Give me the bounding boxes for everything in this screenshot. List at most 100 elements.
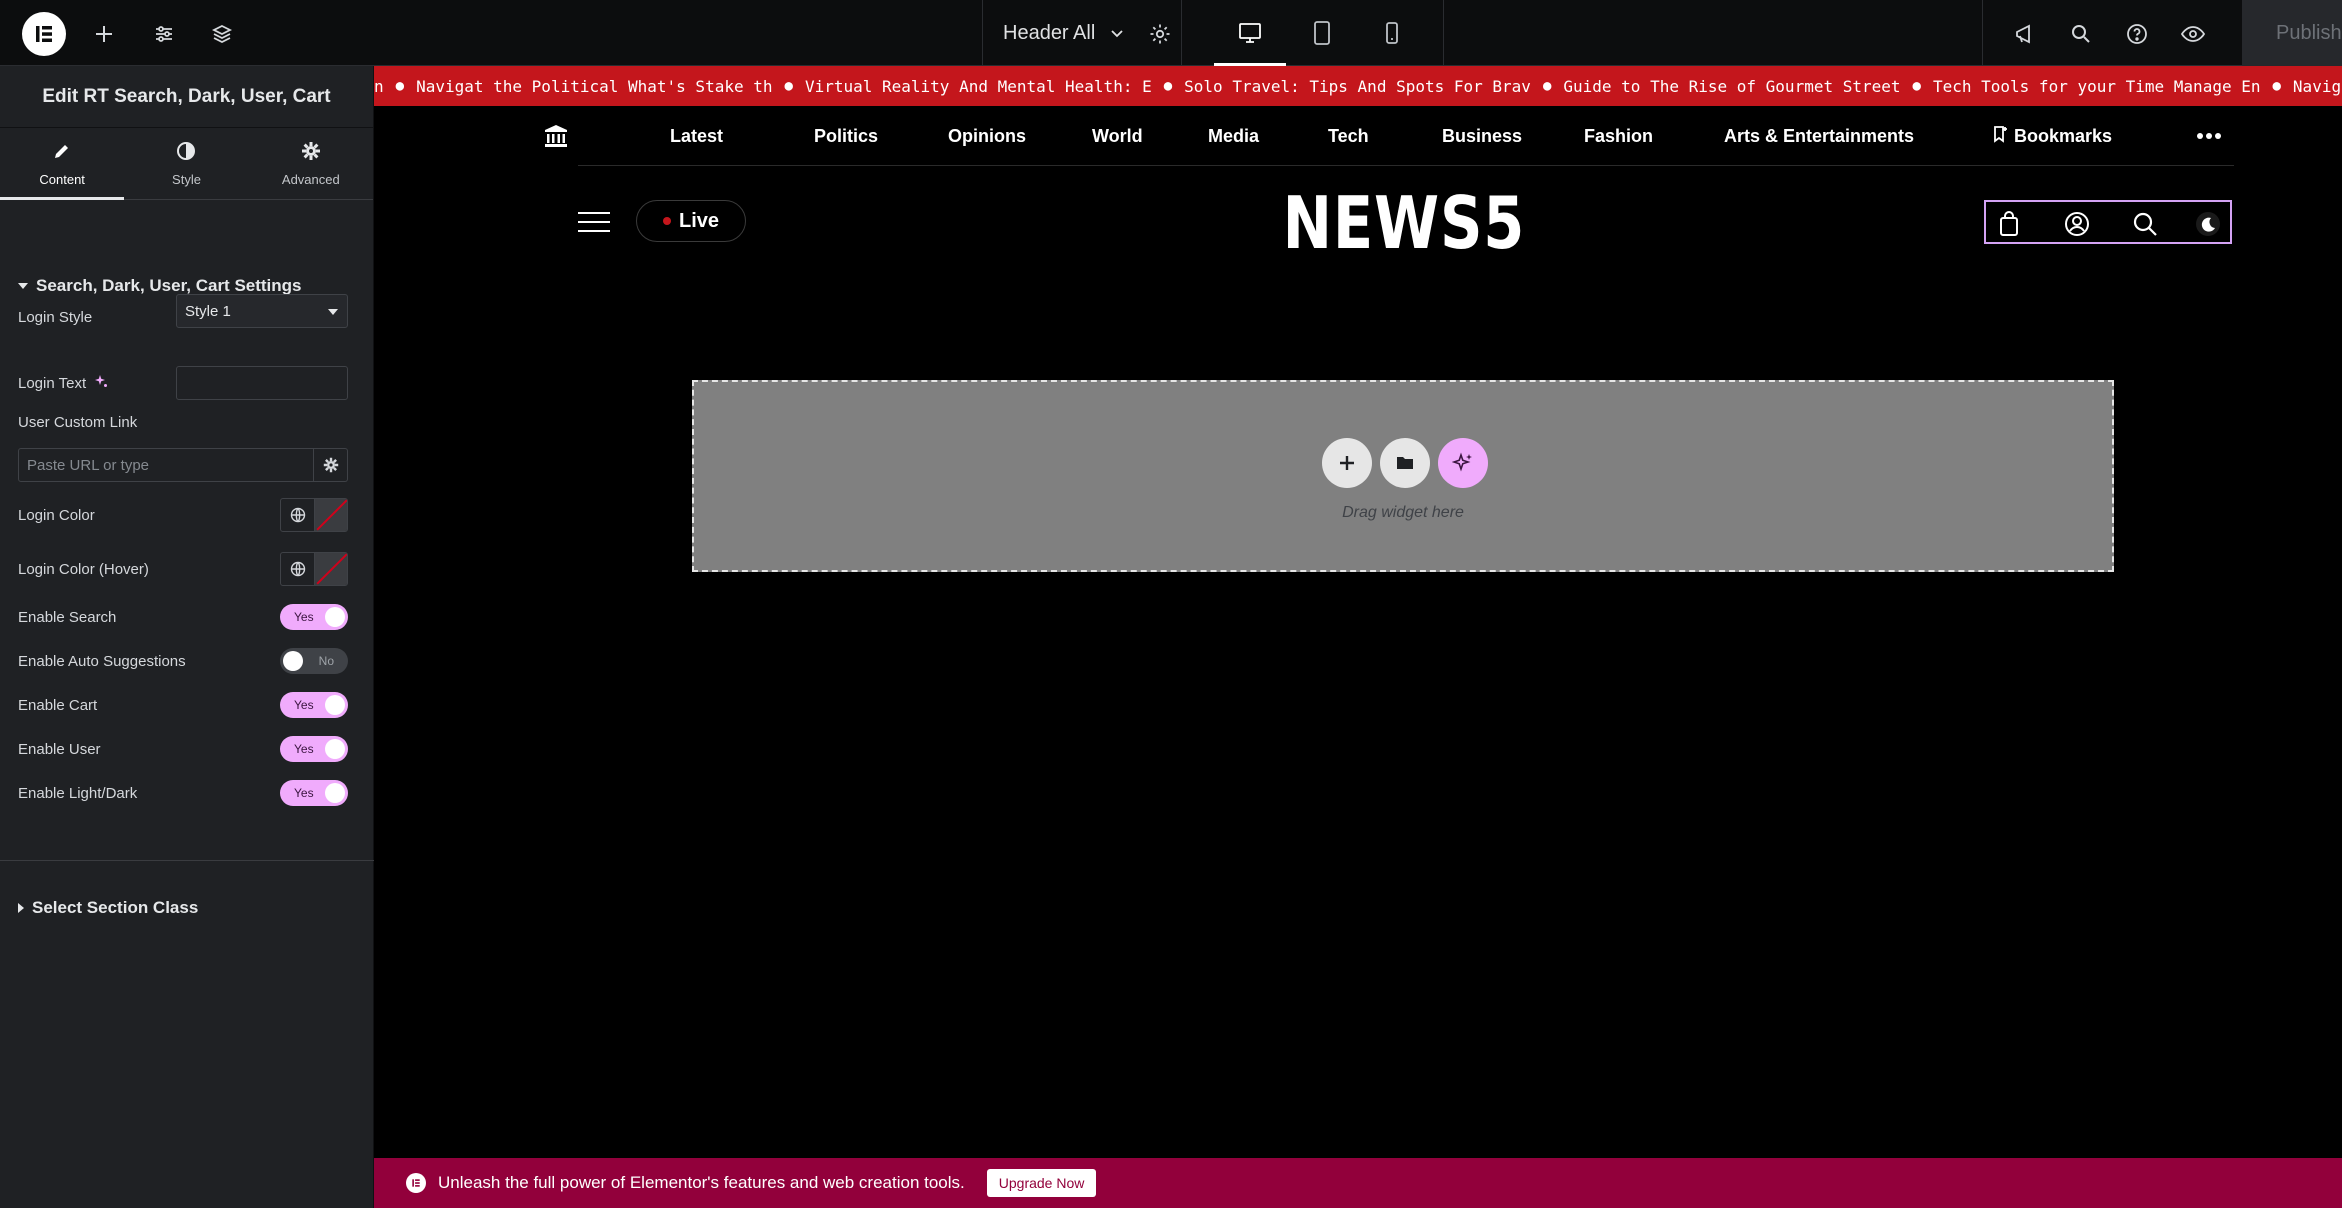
globe-icon[interactable] [281, 553, 315, 585]
page-settings-gear-icon[interactable] [1140, 14, 1180, 54]
upgrade-promo-bar: Unleash the full power of Elementor's fe… [374, 1158, 2342, 1208]
template-library-folder-icon[interactable] [1380, 438, 1430, 488]
user-custom-link-label: User Custom Link [18, 413, 138, 431]
enable-user-label: Enable User [18, 740, 101, 758]
dark-mode-toggle-icon[interactable] [2192, 211, 2224, 237]
nav-fashion[interactable]: Fashion [1584, 106, 1653, 166]
elementor-logo-icon[interactable] [22, 12, 66, 56]
ticker-item[interactable]: Navigat the Political What's Stake th [416, 77, 772, 96]
enable-search-label: Enable Search [18, 608, 117, 626]
site-logo[interactable]: NEWS5 [1283, 178, 1525, 268]
bullet-icon: ● [395, 78, 405, 94]
desktop-icon[interactable] [1214, 0, 1286, 66]
tablet-icon[interactable] [1286, 0, 1358, 66]
publish-button[interactable]: Publish [2242, 0, 2342, 66]
bullet-icon: ● [1912, 78, 1921, 94]
nav-world[interactable]: World [1092, 106, 1143, 166]
tab-advanced[interactable]: Advanced [249, 128, 373, 199]
chevron-down-icon [1109, 25, 1125, 41]
login-text-input[interactable] [176, 366, 348, 400]
ticker-item[interactable]: n [374, 77, 384, 96]
tab-style[interactable]: Style [124, 128, 248, 199]
notifications-megaphone-icon[interactable] [2005, 14, 2045, 54]
login-style-select[interactable]: Style 1 [176, 294, 348, 328]
user-account-icon[interactable] [2064, 211, 2090, 237]
login-style-label: Login Style [18, 308, 93, 326]
bullet-icon: ● [1542, 78, 1552, 94]
enable-cart-toggle[interactable]: Yes [280, 692, 348, 718]
search-icon[interactable] [2132, 211, 2158, 237]
document-title: Header All [1003, 21, 1096, 44]
elementor-logo-icon [406, 1173, 426, 1193]
login-color-hover-picker[interactable] [280, 552, 348, 586]
bullet-icon: ● [1163, 78, 1173, 94]
ai-sparkle-icon[interactable] [94, 374, 108, 392]
mobile-icon[interactable] [1356, 0, 1428, 66]
color-swatch[interactable] [315, 499, 347, 531]
tab-label: Content [39, 171, 85, 187]
logo-text: NEWS5 [1282, 181, 1526, 265]
bookmark-icon [1992, 125, 2008, 148]
ticker-item[interactable]: Guide to The Rise of Gourmet Street [1563, 77, 1900, 96]
live-button[interactable]: Live [636, 200, 746, 242]
nav-tech[interactable]: Tech [1328, 106, 1369, 166]
login-color-picker[interactable] [280, 498, 348, 532]
preview-canvas: n ● Navigat the Political What's Stake th… [374, 66, 2342, 1208]
section-header-select-class[interactable]: Select Section Class [0, 888, 216, 928]
ticker-item[interactable]: Tech Tools for your Time Manage En [1933, 77, 2261, 96]
url-input[interactable]: Paste URL or type [18, 448, 314, 482]
enable-cart-label: Enable Cart [18, 696, 98, 714]
promo-text: Unleash the full power of Elementor's fe… [438, 1173, 965, 1192]
nav-politics[interactable]: Politics [814, 106, 878, 166]
site-settings-icon[interactable] [144, 14, 184, 54]
color-swatch[interactable] [315, 553, 347, 585]
nav-latest[interactable]: Latest [670, 106, 723, 166]
shopping-bag-icon[interactable] [1996, 211, 2022, 237]
ai-sparkle-icon[interactable] [1438, 438, 1488, 488]
enable-user-toggle[interactable]: Yes [280, 736, 348, 762]
preview-eye-icon[interactable] [2173, 14, 2213, 54]
more-dots-icon[interactable] [2196, 106, 2222, 166]
structure-layers-icon[interactable] [202, 14, 242, 54]
caret-down-icon [18, 283, 28, 289]
caret-down-icon [328, 309, 338, 315]
login-text-field-label: Login Text [18, 366, 108, 400]
nav-bookmarks[interactable]: Bookmarks [1992, 106, 2112, 166]
tab-content[interactable]: Content [0, 128, 125, 200]
widget-drop-zone[interactable]: Drag widget here [692, 380, 2114, 572]
drop-hint: Drag widget here [1342, 504, 1464, 521]
add-section-button[interactable] [1322, 438, 1372, 488]
section-title: Search, Dark, User, Cart Settings [36, 276, 302, 295]
upgrade-now-button[interactable]: Upgrade Now [986, 1169, 1097, 1197]
main-navigation: Latest Politics Opinions World Media Tec… [545, 106, 2234, 166]
section-divider [0, 860, 374, 861]
enable-auto-suggestions-toggle[interactable]: No [280, 648, 348, 674]
ticker-item[interactable]: Navigat the Political W [2293, 77, 2342, 96]
select-value: Style 1 [185, 302, 231, 320]
enable-light-dark-toggle[interactable]: Yes [280, 780, 348, 806]
ticker-item[interactable]: Virtual Reality And Mental Health: E [805, 77, 1152, 96]
link-options-gear-icon[interactable] [314, 448, 348, 482]
search-icon[interactable] [2061, 14, 2101, 54]
bullet-icon: ● [784, 78, 793, 94]
caret-right-icon [18, 903, 24, 913]
hamburger-menu-icon[interactable] [578, 212, 610, 234]
nav-business[interactable]: Business [1442, 106, 1522, 166]
bullet-icon: ● [2272, 78, 2281, 94]
enable-search-toggle[interactable]: Yes [280, 604, 348, 630]
site-header: Live NEWS5 [578, 166, 2234, 286]
nav-opinions[interactable]: Opinions [948, 106, 1026, 166]
gear-icon [301, 141, 321, 164]
nav-media[interactable]: Media [1208, 106, 1259, 166]
globe-icon[interactable] [281, 499, 315, 531]
tab-label: Style [172, 171, 201, 187]
nav-arts-entertainments[interactable]: Arts & Entertainments [1724, 106, 1914, 166]
search-dark-user-cart-widget[interactable] [1984, 200, 2232, 244]
home-institution-icon[interactable] [542, 106, 570, 166]
ticker-item[interactable]: Solo Travel: Tips And Spots For Brav [1184, 77, 1531, 96]
add-element-icon[interactable] [84, 14, 124, 54]
login-text-label: Login Text [18, 374, 87, 392]
enable-auto-suggestions-label: Enable Auto Suggestions [18, 652, 186, 670]
login-color-hover-label: Login Color (Hover) [18, 560, 149, 578]
help-icon[interactable] [2117, 14, 2157, 54]
